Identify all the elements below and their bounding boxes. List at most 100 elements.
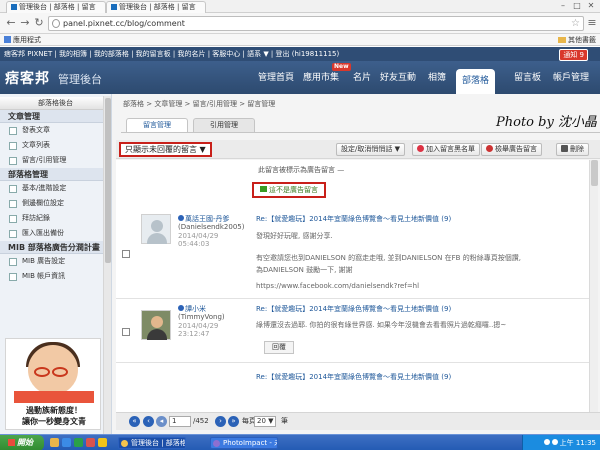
close-window-icon[interactable]: ✕ <box>584 1 598 10</box>
sidebar-item-sidebar-settings[interactable]: 側邊欄位設定 <box>0 196 111 211</box>
comment-title[interactable]: Re:【就愛趣玩】2014年宜蘭綠色博覽會～看見土地新價值 (9) <box>256 214 451 224</box>
pixnet-logo[interactable]: 痞客邦 <box>5 68 50 88</box>
sidebar-item-post-list[interactable]: 文章列表 <box>0 138 111 153</box>
comment-title[interactable]: Re:【就愛趣玩】2014年宜蘭綠色博覽會～看見土地新價值 (9) <box>256 304 451 314</box>
other-bookmarks-label: 其他書籤 <box>568 36 596 44</box>
nav-account[interactable]: 帳戶管理 <box>553 70 589 83</box>
sidebar-item-label: 匯入匯出備份 <box>22 229 64 237</box>
back-arrow-icon[interactable]: ← <box>4 16 18 29</box>
clock[interactable]: 上午 11:35 <box>560 439 596 447</box>
bookmark-star-icon[interactable]: ☆ <box>571 17 580 30</box>
divider <box>116 298 589 299</box>
browser-tab-1-label: 管理後台 | 部落格 | 留言 <box>19 3 96 11</box>
sidebar-item-comments[interactable]: 留言/引用管理 <box>0 153 111 168</box>
other-bookmarks[interactable]: 其他書籤 <box>558 34 596 46</box>
minimize-icon[interactable]: – <box>556 1 570 10</box>
sidebar-item-mib-ads[interactable]: MIB 廣告設定 <box>0 254 111 269</box>
nav-app-market[interactable]: 應用市集 <box>303 70 339 83</box>
pagination: « ‹ ◂ 1 /452 › » 每頁 20 ▼ 筆 <box>116 412 600 430</box>
last-page-icon[interactable]: » <box>228 416 239 427</box>
taskbar-item-photoimpact[interactable]: PhotoImpact - 未命名 <box>210 437 278 449</box>
maximize-icon[interactable]: □ <box>570 1 584 10</box>
tab-divider <box>121 132 600 133</box>
tab-comment-manage[interactable]: 留言管理 <box>126 118 188 132</box>
list-icon <box>9 142 17 150</box>
per-page-select[interactable]: 20 ▼ <box>254 416 276 427</box>
apps-link[interactable]: 應用程式 <box>13 36 41 44</box>
desktop-icon[interactable] <box>74 438 83 447</box>
folder-icon[interactable] <box>50 438 59 447</box>
action-bar: 只顯示未回覆的留言 ▼ 設定/取消悄悄話 ▼ 加入留言黑名單 檢舉廣告留言 刪除 <box>116 140 600 159</box>
nav-guestbook[interactable]: 留言板 <box>514 70 541 83</box>
browser-tab-1[interactable]: 管理後台 | 部落格 | 留言× <box>6 1 106 13</box>
taskbar-item-chrome[interactable]: 管理後台 | 部落格 - <box>118 437 186 449</box>
notification-badge[interactable]: 通知 9 <box>559 49 588 61</box>
divider <box>116 362 589 363</box>
ad-book <box>14 391 94 403</box>
content-scrollbar[interactable] <box>589 160 598 412</box>
media-icon[interactable] <box>86 438 95 447</box>
browser-tab-2-label: 管理後台 | 部落格 | 留言 <box>119 3 196 11</box>
sidebar-item-new-post[interactable]: 發表文章 <box>0 123 111 138</box>
unreplied-filter-select[interactable]: 只顯示未回覆的留言 ▼ <box>119 142 212 157</box>
ad-line-2: 讓你一秒變身文青 <box>22 417 86 426</box>
nav-card[interactable]: 名片 <box>353 70 371 83</box>
sidebar-item-label: 側邊欄位設定 <box>22 199 64 207</box>
browser-tab-2[interactable]: 管理後台 | 部落格 | 留言× <box>106 1 206 13</box>
not-ad-button[interactable]: 這不是廣告留言 <box>252 182 326 198</box>
sidebar-section-blog[interactable]: 部落格管理 <box>0 168 111 181</box>
site-top-nav[interactable]: 痞客邦 PIXNET | 我的相簿 | 我的部落格 | 我的留言板 | 我的名片… <box>0 47 600 61</box>
user-icon <box>178 305 184 311</box>
toggle-private-button[interactable]: 設定/取消悄悄話 ▼ <box>336 143 405 156</box>
chrome-icon[interactable] <box>98 438 107 447</box>
commenter-name-text: 萬話王國-丹爹 <box>185 215 230 223</box>
next-page-icon[interactable]: › <box>215 416 226 427</box>
first-page-icon[interactable]: « <box>129 416 140 427</box>
nav-home[interactable]: 管理首頁 <box>258 70 294 83</box>
network-icon[interactable] <box>543 439 550 445</box>
sidebar-item-visits[interactable]: 拜訪紀錄 <box>0 211 111 226</box>
content-scroll-thumb[interactable] <box>591 160 598 186</box>
ie-icon[interactable] <box>62 438 71 447</box>
prev-single-icon[interactable]: ◂ <box>156 416 167 427</box>
sidebar-scroll-thumb[interactable] <box>105 98 111 263</box>
report-ad-button[interactable]: 檢舉廣告留言 <box>481 143 542 156</box>
sidebar-scrollbar[interactable] <box>103 96 111 434</box>
comment-title[interactable]: Re:【就愛趣玩】2014年宜蘭綠色博覽會～看見土地新價值 (9) <box>256 372 451 382</box>
sidebar-item-mib-account[interactable]: MIB 帳戶資訊 <box>0 269 111 284</box>
commenter-name-text: 譚小米 <box>185 305 206 313</box>
task-label: 管理後台 | 部落格 - <box>131 439 186 447</box>
address-bar[interactable]: panel.pixnet.cc/blog/comment ☆ <box>48 16 584 31</box>
comment-link[interactable]: https://www.facebook.com/danielsendk?ref… <box>256 282 419 290</box>
bookmarks-bar: 應用程式 其他書籤 <box>0 34 600 46</box>
photoimpact-icon <box>213 440 220 447</box>
start-button[interactable]: 開始 <box>0 435 44 450</box>
sidebar-item-backup[interactable]: 匯入匯出備份 <box>0 226 111 241</box>
sidebar-item-settings[interactable]: 基本/進階設定 <box>0 181 111 196</box>
menu-icon[interactable]: ≡ <box>585 16 599 29</box>
sidebar-ad[interactable]: 過動族新態度！ 讓你一秒變身文青 <box>5 338 101 430</box>
report-ad-label: 檢舉廣告留言 <box>495 145 537 153</box>
prev-page-icon[interactable]: ‹ <box>143 416 154 427</box>
sidebar-section-article[interactable]: 文章管理 <box>0 110 111 123</box>
avatar[interactable] <box>141 310 171 340</box>
comment-checkbox[interactable] <box>122 250 130 258</box>
avatar[interactable] <box>141 214 171 244</box>
reload-icon[interactable]: ↻ <box>32 16 46 29</box>
breadcrumb[interactable]: 部落格 > 文章管理 > 留言/引用管理 > 留言管理 <box>123 99 275 109</box>
comment-date: 2014/04/29 <box>178 322 219 330</box>
forward-arrow-icon[interactable]: → <box>18 16 32 29</box>
nav-album[interactable]: 相簿 <box>428 70 446 83</box>
ad-glasses <box>34 367 72 377</box>
sidebar-item-label: MIB 帳戶資訊 <box>22 272 66 280</box>
tab-trackback-manage[interactable]: 引用管理 <box>193 118 255 132</box>
blacklist-button[interactable]: 加入留言黑名單 <box>412 143 480 156</box>
reply-button[interactable]: 回覆 <box>264 341 294 354</box>
comment-checkbox[interactable] <box>122 328 130 336</box>
nav-friends[interactable]: 好友互動 <box>380 70 416 83</box>
volume-icon[interactable] <box>551 439 558 445</box>
sidebar-section-mib[interactable]: MIB 部落格廣告分潤計畫 <box>0 241 111 254</box>
delete-button[interactable]: 刪除 <box>556 143 589 156</box>
nav-blog[interactable]: 部落格 <box>456 69 496 94</box>
page-number-input[interactable]: 1 <box>169 416 191 427</box>
